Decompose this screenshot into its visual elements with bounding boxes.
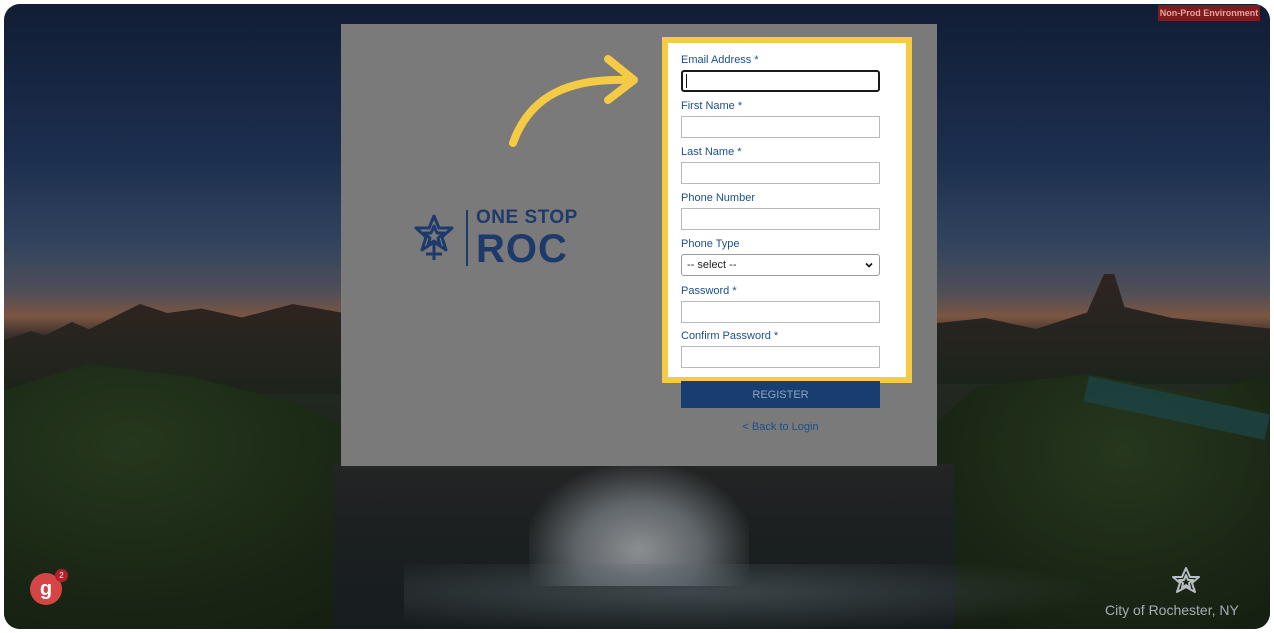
first-name-label: First Name * xyxy=(681,100,743,112)
password-field[interactable] xyxy=(681,301,880,323)
logo-divider xyxy=(466,210,468,266)
email-label: Email Address * xyxy=(681,54,759,66)
guide-launcher-letter: g xyxy=(39,577,53,600)
rochester-flower-logo-icon xyxy=(414,214,454,260)
phone-type-select[interactable]: -- select -- xyxy=(681,254,880,276)
guide-count-badge: 2 xyxy=(55,569,68,582)
phone-type-label: Phone Type xyxy=(681,238,740,250)
chevron-down-icon xyxy=(865,262,873,268)
one-stop-roc-logo: ONE STOP ROC xyxy=(410,207,590,269)
password-label: Password * xyxy=(681,285,737,297)
city-caption: City of Rochester, NY xyxy=(1105,602,1239,618)
phone-type-selected: -- select -- xyxy=(687,259,737,271)
back-to-login-link[interactable]: < Back to Login xyxy=(681,421,880,433)
environment-badge: Non-Prod Environment xyxy=(1158,5,1260,21)
phone-number-field[interactable] xyxy=(681,208,880,230)
register-button[interactable]: REGISTER xyxy=(681,381,880,408)
rochester-flower-watermark-icon xyxy=(1172,567,1200,593)
text-caret xyxy=(686,74,687,88)
logo-wordmark: ONE STOP ROC xyxy=(476,208,578,269)
curved-arrow-icon xyxy=(509,55,638,147)
email-field[interactable] xyxy=(681,70,880,92)
last-name-field[interactable] xyxy=(681,162,880,184)
last-name-label: Last Name * xyxy=(681,146,742,158)
logo-line-1: ONE STOP xyxy=(476,206,578,228)
first-name-field[interactable] xyxy=(681,116,880,138)
logo-line-2: ROC xyxy=(476,226,568,271)
confirm-password-label: Confirm Password * xyxy=(681,330,779,342)
phone-number-label: Phone Number xyxy=(681,192,755,204)
confirm-password-field[interactable] xyxy=(681,346,880,368)
